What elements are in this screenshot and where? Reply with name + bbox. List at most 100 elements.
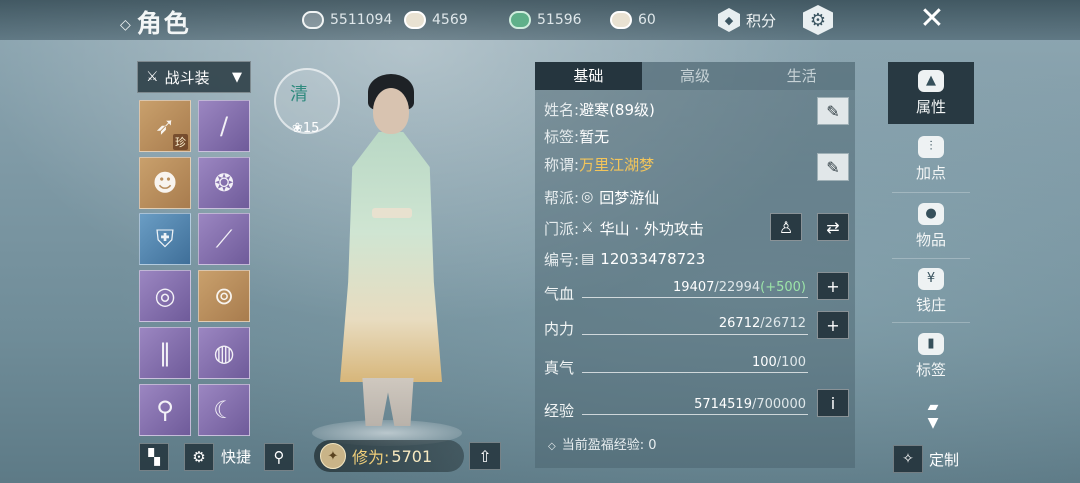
character-legs bbox=[362, 378, 414, 426]
brush-icon: ✎ bbox=[826, 101, 840, 121]
leg-armor-icon: ‖ bbox=[159, 339, 171, 367]
brush-icon: ✎ bbox=[826, 157, 840, 177]
info-row-sect: 门派: ⚔ 华山 · 外功攻击 bbox=[544, 216, 704, 240]
id-value: 12033478723 bbox=[600, 250, 706, 268]
cultivation-upgrade-button[interactable]: ⇧ bbox=[469, 442, 501, 470]
id-key: 编号: bbox=[544, 250, 580, 269]
name-value: 避寒(89级) bbox=[579, 100, 655, 119]
tab-advanced[interactable]: 高级 bbox=[642, 62, 749, 90]
equip-slot-offhand[interactable]: ∕ bbox=[198, 100, 250, 152]
gear-icon: ⚙ bbox=[192, 448, 206, 466]
equipment-set-dropdown[interactable]: ⚔ 战斗装 ▼ bbox=[137, 61, 251, 93]
scroll-item-icon: ▰ bbox=[927, 399, 939, 415]
stat-hp-line bbox=[582, 297, 808, 298]
lotus-icon: ❀ bbox=[292, 121, 303, 136]
tab-basic[interactable]: 基础 bbox=[535, 62, 642, 90]
name-key: 姓名: bbox=[544, 100, 580, 119]
stat-exp-info-button[interactable]: i bbox=[817, 389, 849, 417]
nav-tags[interactable]: ▮ 标签 bbox=[888, 325, 974, 387]
fortune-exp-text: 当前盈福经验: 0 bbox=[561, 438, 657, 453]
resource-coins[interactable]: 5511094 bbox=[302, 9, 392, 31]
swap-icon: ⇄ bbox=[826, 217, 840, 237]
resource-gold-value: 60 bbox=[638, 12, 656, 28]
copy-note-icon[interactable]: ▤ bbox=[581, 251, 594, 267]
equip-slot-necklace[interactable]: ❂ bbox=[198, 157, 250, 209]
switch-sect-button[interactable]: ⇄ bbox=[817, 213, 849, 241]
nav-items[interactable]: ● 物品 bbox=[888, 195, 974, 257]
equip-slot-ring[interactable]: ◍ bbox=[198, 327, 250, 379]
sword-icon: ⚔ bbox=[146, 69, 159, 85]
character-model[interactable] bbox=[340, 132, 442, 382]
wardrobe-button[interactable]: ▚ bbox=[139, 443, 169, 471]
sect-sword-icon: ⚔ bbox=[581, 220, 594, 236]
tag-icon: ▮ bbox=[918, 332, 944, 355]
flute-icon: ∕ bbox=[219, 112, 229, 140]
guild-emblem-icon: ◎ bbox=[581, 189, 594, 205]
equip-slot-armor[interactable]: ⛨ bbox=[139, 213, 191, 265]
rarity-tag: 珍 bbox=[173, 134, 188, 150]
cultivation-icon: ✦ bbox=[320, 443, 346, 469]
belt-icon: ◎ bbox=[154, 282, 176, 310]
equip-slot-bracer[interactable]: ⟋ bbox=[198, 213, 250, 265]
stat-qi-max: /100 bbox=[776, 355, 806, 370]
cultivation-value: 5701 bbox=[391, 446, 433, 466]
stat-mp-value: 26712/26712 bbox=[590, 316, 806, 331]
points-icon: ◆ bbox=[718, 8, 740, 32]
quick-label: 快捷 bbox=[221, 448, 252, 466]
nav-scroll-down[interactable]: ▰ ▼ bbox=[918, 398, 948, 432]
points-button[interactable]: ◆ 积分 bbox=[718, 6, 776, 34]
inspect-button[interactable]: ⚲ bbox=[264, 443, 294, 471]
stat-qi-current: 100 bbox=[751, 355, 777, 370]
bag-icon: ● bbox=[918, 202, 944, 225]
badge-level-value: 15 bbox=[302, 121, 320, 136]
resource-gold[interactable]: 60 bbox=[610, 9, 656, 31]
resource-silver[interactable]: 4569 bbox=[404, 9, 468, 31]
close-button[interactable]: ✕ bbox=[917, 2, 947, 36]
fortune-exp: ◇ 当前盈福经验: 0 bbox=[548, 434, 657, 453]
bracer-icon: ⟋ bbox=[215, 225, 233, 253]
nav-add-points[interactable]: ⫶ 加点 bbox=[888, 128, 974, 190]
nav-bank[interactable]: ¥ 钱庄 bbox=[888, 260, 974, 322]
resource-jade[interactable]: 51596 bbox=[509, 9, 582, 31]
guild-value: 回梦游仙 bbox=[599, 188, 660, 207]
info-row-guild: 帮派: ◎ 回梦游仙 bbox=[544, 185, 659, 209]
stat-mp-add-button[interactable]: + bbox=[817, 311, 849, 339]
diamond-icon: ◇ bbox=[548, 441, 556, 452]
stat-exp-label: 经验 bbox=[544, 402, 575, 420]
edit-title-button[interactable]: ✎ bbox=[817, 153, 849, 181]
stat-exp-current: 5714519 bbox=[694, 397, 752, 412]
stat-hp-add-button[interactable]: + bbox=[817, 272, 849, 300]
jade-ticket-icon bbox=[509, 11, 531, 29]
jade-ring-icon: ◍ bbox=[213, 339, 235, 367]
equip-slot-weapon[interactable]: ➶ 珍 bbox=[139, 100, 191, 152]
customize-button[interactable]: ✧ 定制 bbox=[893, 444, 959, 474]
stat-hp-value: 19407/22994(+500) bbox=[590, 280, 806, 295]
equip-slot-boots[interactable]: ⚲ bbox=[139, 384, 191, 436]
stat-mp-max: /26712 bbox=[760, 316, 806, 331]
equip-slot-accessory[interactable]: ☾ bbox=[198, 384, 250, 436]
tab-life[interactable]: 生活 bbox=[748, 62, 855, 90]
sect-master-button[interactable]: ♙ bbox=[770, 213, 802, 241]
hair-portrait-icon: ☻ bbox=[152, 169, 178, 197]
nav-attributes[interactable]: ▲ 属性 bbox=[888, 62, 974, 124]
equip-slot-head[interactable]: ☻ bbox=[139, 157, 191, 209]
equip-slot-bracelet[interactable]: ⊚ bbox=[198, 270, 250, 322]
stat-exp-line bbox=[582, 414, 808, 415]
equip-slot-legs[interactable]: ‖ bbox=[139, 327, 191, 379]
nav-divider bbox=[892, 192, 970, 193]
nav-attributes-label: 属性 bbox=[915, 97, 946, 116]
equip-slot-belt[interactable]: ◎ bbox=[139, 270, 191, 322]
chevron-down-icon: ▼ bbox=[927, 415, 939, 431]
tag-value: 暂无 bbox=[579, 127, 610, 146]
boots-icon: ⚲ bbox=[156, 396, 174, 424]
nav-add-points-label: 加点 bbox=[915, 163, 946, 182]
sect-value: 华山 · 外功攻击 bbox=[599, 219, 704, 238]
quick-settings-button[interactable]: ⚙ bbox=[184, 443, 214, 471]
stat-hp-label: 气血 bbox=[544, 285, 575, 303]
cultivation-bar[interactable]: ✦ 修为: 5701 bbox=[314, 440, 464, 472]
cultivation-label: 修为: bbox=[352, 448, 390, 467]
character-head bbox=[373, 88, 409, 134]
stat-mp-line bbox=[582, 334, 808, 335]
close-icon: ✕ bbox=[919, 1, 945, 36]
edit-name-button[interactable]: ✎ bbox=[817, 97, 849, 125]
